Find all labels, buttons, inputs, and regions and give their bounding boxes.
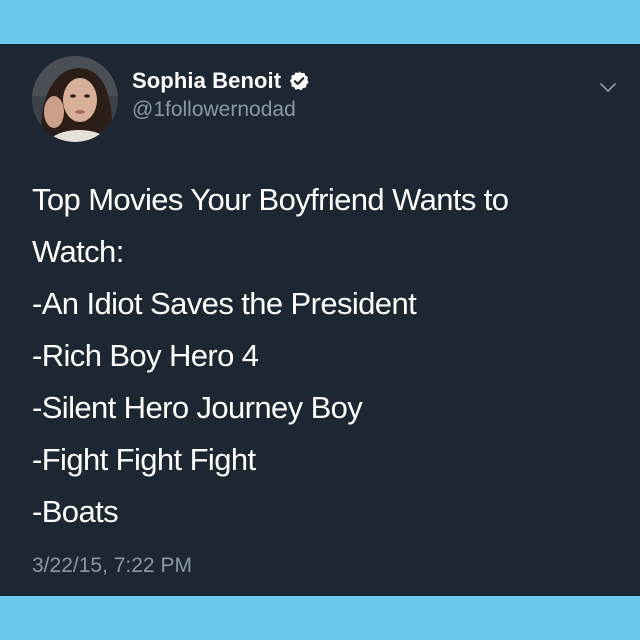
- tweet-card: Sophia Benoit @1followernodad Top Movies…: [0, 44, 640, 596]
- tweet-text-line: Watch:: [32, 234, 124, 269]
- tweet-timestamp[interactable]: 3/22/15, 7:22 PM: [32, 554, 192, 578]
- tweet-text: Top Movies Your Boyfriend Wants to Watch…: [32, 174, 612, 538]
- tweet-text-line: -Rich Boy Hero 4: [32, 338, 259, 373]
- user-handle[interactable]: @1followernodad: [132, 98, 310, 122]
- tweet-text-line: -Silent Hero Journey Boy: [32, 390, 363, 425]
- tweet-text-line: -An Idiot Saves the President: [32, 286, 417, 321]
- tweet-author: Sophia Benoit @1followernodad: [132, 66, 310, 122]
- verified-badge-icon: [288, 70, 310, 92]
- tweet-text-line: -Fight Fight Fight: [32, 442, 256, 477]
- tweet-text-line: -Boats: [32, 494, 119, 529]
- bottom-frame-band: [0, 596, 640, 640]
- profile-photo-icon: [32, 56, 118, 142]
- top-frame-band: [0, 0, 640, 44]
- chevron-down-icon[interactable]: [596, 78, 620, 96]
- tweet-text-line: Top Movies Your Boyfriend Wants to: [32, 182, 509, 217]
- name-row: Sophia Benoit: [132, 66, 310, 96]
- display-name[interactable]: Sophia Benoit: [132, 68, 281, 94]
- avatar[interactable]: [32, 56, 118, 142]
